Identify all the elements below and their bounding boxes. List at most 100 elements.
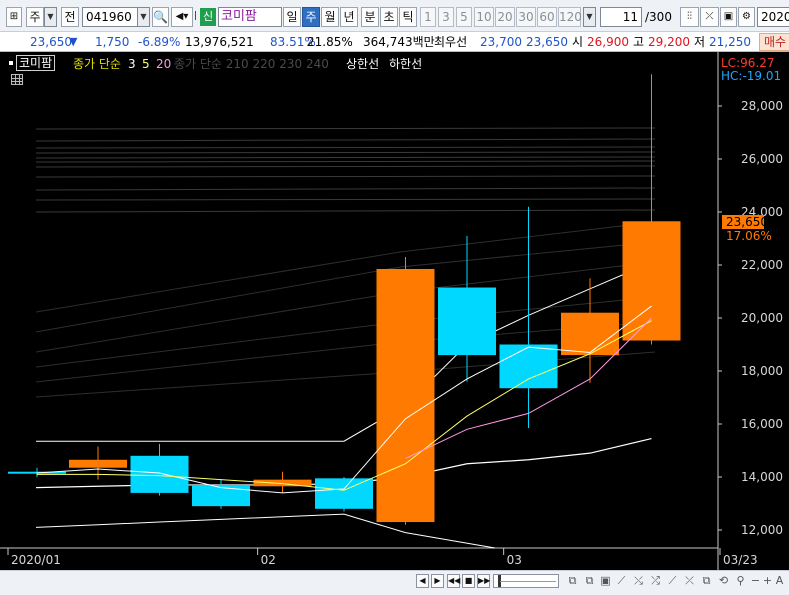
candle-body [253, 479, 312, 487]
y-tick-label: 14,000 [741, 470, 783, 484]
volume: 13,976,521 [185, 35, 254, 49]
interval-20-button[interactable]: 20 [495, 7, 515, 27]
hc-readout: HC:-19.01 [721, 69, 782, 83]
tab-minute[interactable]: 분 [361, 7, 379, 27]
y-tick-label: 20,000 [741, 311, 783, 325]
interval-1-button[interactable]: 1 [420, 7, 436, 27]
y-tick-label: 16,000 [741, 417, 783, 431]
magnify-icon[interactable]: ⚲ [733, 574, 748, 588]
prev-button[interactable]: 전 [61, 7, 79, 27]
period-dropdown-icon[interactable]: ▼ [44, 7, 57, 27]
open-label: 시 [572, 35, 584, 49]
trade-amount: 364,743백만 [363, 35, 435, 49]
candle-body [376, 268, 435, 523]
interval-10-button[interactable]: 10 [474, 7, 494, 27]
ma-5-line [36, 320, 652, 491]
x-tick-label: 02 [261, 553, 276, 567]
long-ma-line-5 [35, 160, 656, 163]
long-ma-line-7 [35, 175, 656, 178]
grid-toggle-icon[interactable] [11, 74, 23, 85]
candle-body [69, 459, 127, 468]
chart-canvas[interactable]: 12,00014,00016,00018,00020,00022,00024,0… [0, 52, 789, 570]
long-ma-line-9 [35, 198, 656, 201]
low-price: 21,250 [709, 35, 751, 49]
legend-long-ma[interactable]: 종가 단순 210 220 230 240 [174, 56, 329, 72]
candle-body [315, 478, 373, 509]
interval-30-button[interactable]: 30 [516, 7, 536, 27]
stop-button[interactable]: ■ [462, 574, 475, 588]
tab-tick[interactable]: 틱 [399, 7, 417, 27]
legend-item-name[interactable]: 코미팜 [16, 55, 56, 71]
scroll-end-button[interactable]: ▶ [431, 574, 444, 588]
candle-body [438, 287, 496, 356]
trend-up-icon[interactable]: ⤯ [631, 574, 646, 588]
scroll-last-button[interactable]: ▶▶ [477, 574, 490, 588]
tab-day[interactable]: 일 [283, 7, 301, 27]
speaker-icon[interactable]: ◀▾ [171, 7, 193, 27]
ma-3-line [36, 305, 652, 494]
search-icon[interactable]: 🔍 [152, 7, 169, 27]
long-ma-line-10 [35, 209, 656, 213]
legend-ma3[interactable]: 3 [128, 56, 136, 72]
x-tick-label: 03/23 [723, 553, 758, 567]
long-ma-line-3 [35, 151, 656, 154]
tab-year[interactable]: 년 [340, 7, 358, 27]
stock-code-dropdown-icon[interactable]: ▼ [137, 7, 150, 27]
change-down-icon: ▼ [69, 35, 78, 48]
y-tick-label: 12,000 [741, 523, 783, 537]
trend-down-icon[interactable]: ⤮ [648, 574, 663, 588]
period-button[interactable]: 주 [26, 7, 44, 27]
reset-zoom-icon[interactable]: ⟲ [716, 574, 731, 588]
quote-bar: 23,650 ▼ 1,750 -6.89% 13,976,521 83.51% … [0, 32, 789, 52]
x-tick-label: 2020/01 [11, 553, 61, 567]
candle-type-icon[interactable]: ⫶⫶ [680, 7, 699, 27]
price-change-percent: -6.89% [138, 35, 181, 49]
ratio-percent: 21.85% [307, 35, 353, 49]
legend-ma5[interactable]: 5 [142, 56, 150, 72]
scroll-first-button[interactable]: ◀◀ [447, 574, 460, 588]
indicator-icon[interactable]: ⤫ [700, 7, 719, 27]
long-ma-line-8 [35, 187, 656, 191]
interval-5-button[interactable]: 5 [456, 7, 472, 27]
settings-icon[interactable]: ⚙ [738, 7, 755, 27]
candle-body [622, 221, 681, 341]
stock-name-field[interactable]: 코미팜 [218, 7, 282, 27]
tab-second[interactable]: 초 [380, 7, 398, 27]
legend-upper-limit[interactable]: 상한선 [346, 56, 379, 72]
compare-icon[interactable]: ⤫ [682, 574, 697, 588]
pattern-icon[interactable]: ⟋ [665, 574, 680, 588]
date-input[interactable]: 2020/0 [757, 7, 789, 27]
tab-week[interactable]: 주 [302, 7, 320, 27]
screenshot-icon[interactable]: ⧉ [699, 574, 714, 588]
interval-dropdown-icon[interactable]: ▼ [583, 7, 596, 27]
candlestick-chart[interactable]: 12,000 14,000 16,000 18,000 20,000 22,000 24,0… [0, 52, 789, 570]
legend-ma-title[interactable]: 종가 단순 [73, 56, 121, 72]
legend-ma20[interactable]: 20 [156, 56, 171, 72]
data-count-input[interactable]: 11 [600, 7, 642, 27]
high-label: 고 [633, 35, 645, 49]
chart-menu-icon[interactable]: ⊞ [6, 7, 22, 27]
zoom-box-icon[interactable]: ⧉ [565, 574, 580, 588]
buy-button[interactable]: 매수 [759, 33, 789, 51]
draw-line-icon[interactable]: ⟋ [614, 574, 629, 588]
interval-60-button[interactable]: 60 [537, 7, 557, 27]
scroll-track[interactable] [493, 574, 559, 588]
best-bid-price: 23,650 [526, 35, 568, 49]
interval-3-button[interactable]: 3 [438, 7, 454, 27]
scroll-left-button[interactable]: ◀ [416, 574, 429, 588]
stock-code-input[interactable]: 041960 [82, 7, 138, 27]
legend-lower-limit[interactable]: 하한선 [389, 56, 422, 72]
current-price-tag: 23,650 [722, 215, 768, 229]
font-size-button[interactable]: A [772, 574, 787, 588]
data-count-total: /300 [645, 10, 672, 24]
tab-month[interactable]: 월 [321, 7, 339, 27]
low-label: 저 [694, 35, 706, 49]
best-ask-price: 23,700 [480, 35, 522, 49]
interval-120-button[interactable]: 120 [558, 7, 582, 27]
price-change: 1,750 [95, 35, 130, 49]
save-icon[interactable]: ▣ [720, 7, 737, 27]
zoom-area-icon[interactable]: ⧉ [582, 574, 597, 588]
zoom-select-icon[interactable]: ▣ [598, 574, 613, 588]
long-ma-line-1 [35, 138, 656, 142]
y-tick-label: 18,000 [741, 364, 783, 378]
